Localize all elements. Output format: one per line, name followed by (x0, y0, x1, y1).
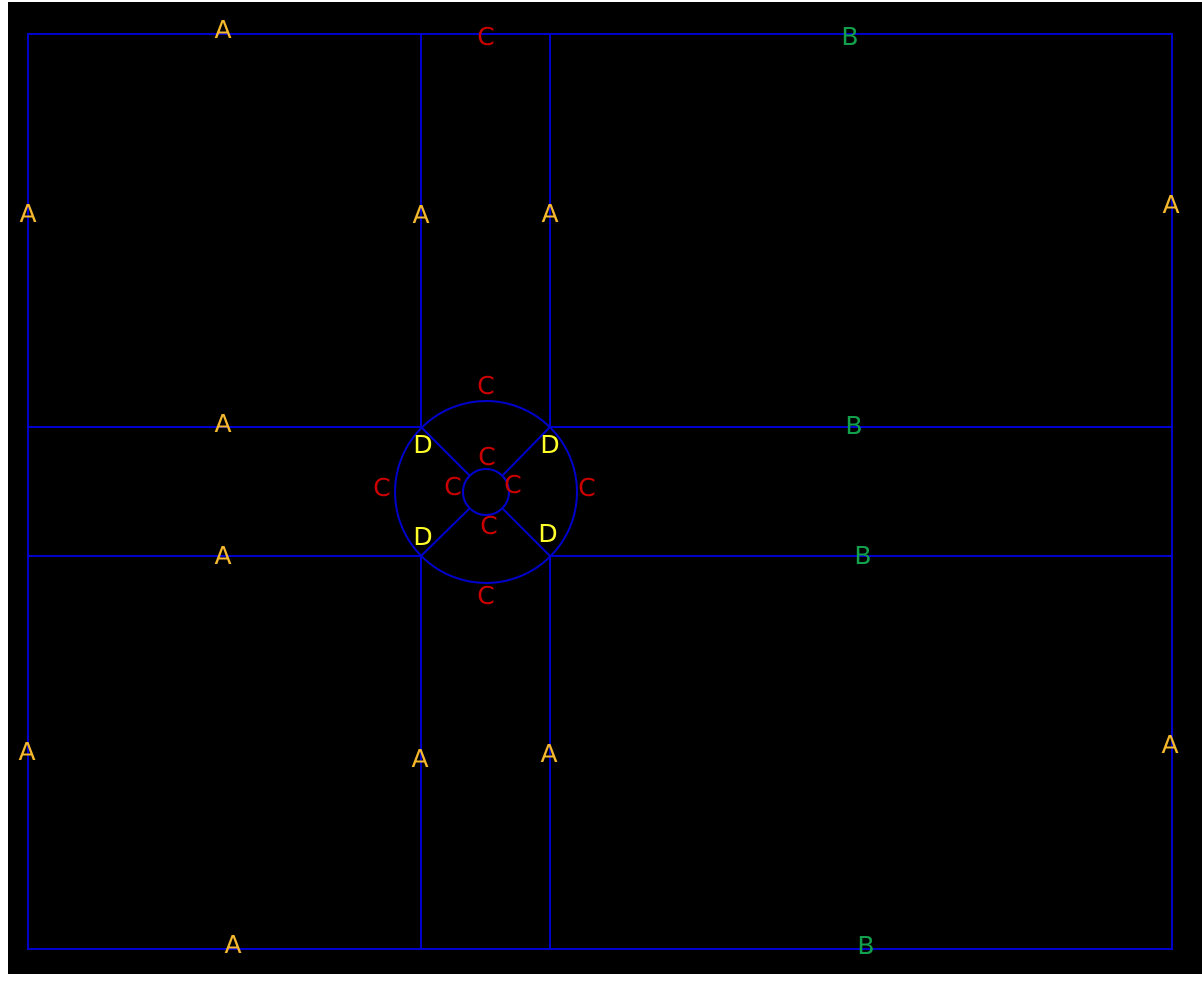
label-circle-top: C (477, 371, 494, 400)
label-left-upper: A (19, 199, 36, 228)
label-left-lower: A (18, 737, 35, 766)
label-mid-upper-right: B (845, 411, 862, 440)
label-bottom-right: B (857, 931, 874, 960)
label-bottom-left: A (224, 930, 241, 959)
label-inner-left-lower: A (411, 744, 428, 773)
diagram-background (8, 2, 1202, 974)
label-top-mid: C (477, 22, 494, 51)
graph-diagram: A C B A A A A C A B D D D D C C C C C C … (8, 2, 1202, 974)
label-top-right: B (841, 22, 858, 51)
label-inner-c-left: C (444, 472, 461, 501)
label-top-left: A (214, 15, 231, 44)
label-inner-right-lower: A (540, 739, 557, 768)
label-d-bottom-left: D (413, 522, 432, 551)
label-mid-lower-left: A (214, 541, 231, 570)
label-d-top-left: D (413, 430, 432, 459)
label-d-bottom-right: D (538, 519, 557, 548)
label-inner-left-upper: A (412, 200, 429, 229)
label-d-top-right: D (540, 430, 559, 459)
label-inner-c-right: C (504, 470, 521, 499)
label-circle-bottom: C (477, 581, 494, 610)
label-right-upper: A (1162, 190, 1179, 219)
label-circle-right: C (578, 473, 595, 502)
label-inner-right-upper: A (541, 199, 558, 228)
label-circle-left: C (373, 473, 390, 502)
label-right-lower: A (1161, 730, 1178, 759)
label-mid-lower-right: B (854, 541, 871, 570)
label-inner-c-bottom: C (480, 511, 497, 540)
label-mid-upper-left: A (214, 409, 231, 438)
label-inner-c-top: C (478, 442, 495, 471)
